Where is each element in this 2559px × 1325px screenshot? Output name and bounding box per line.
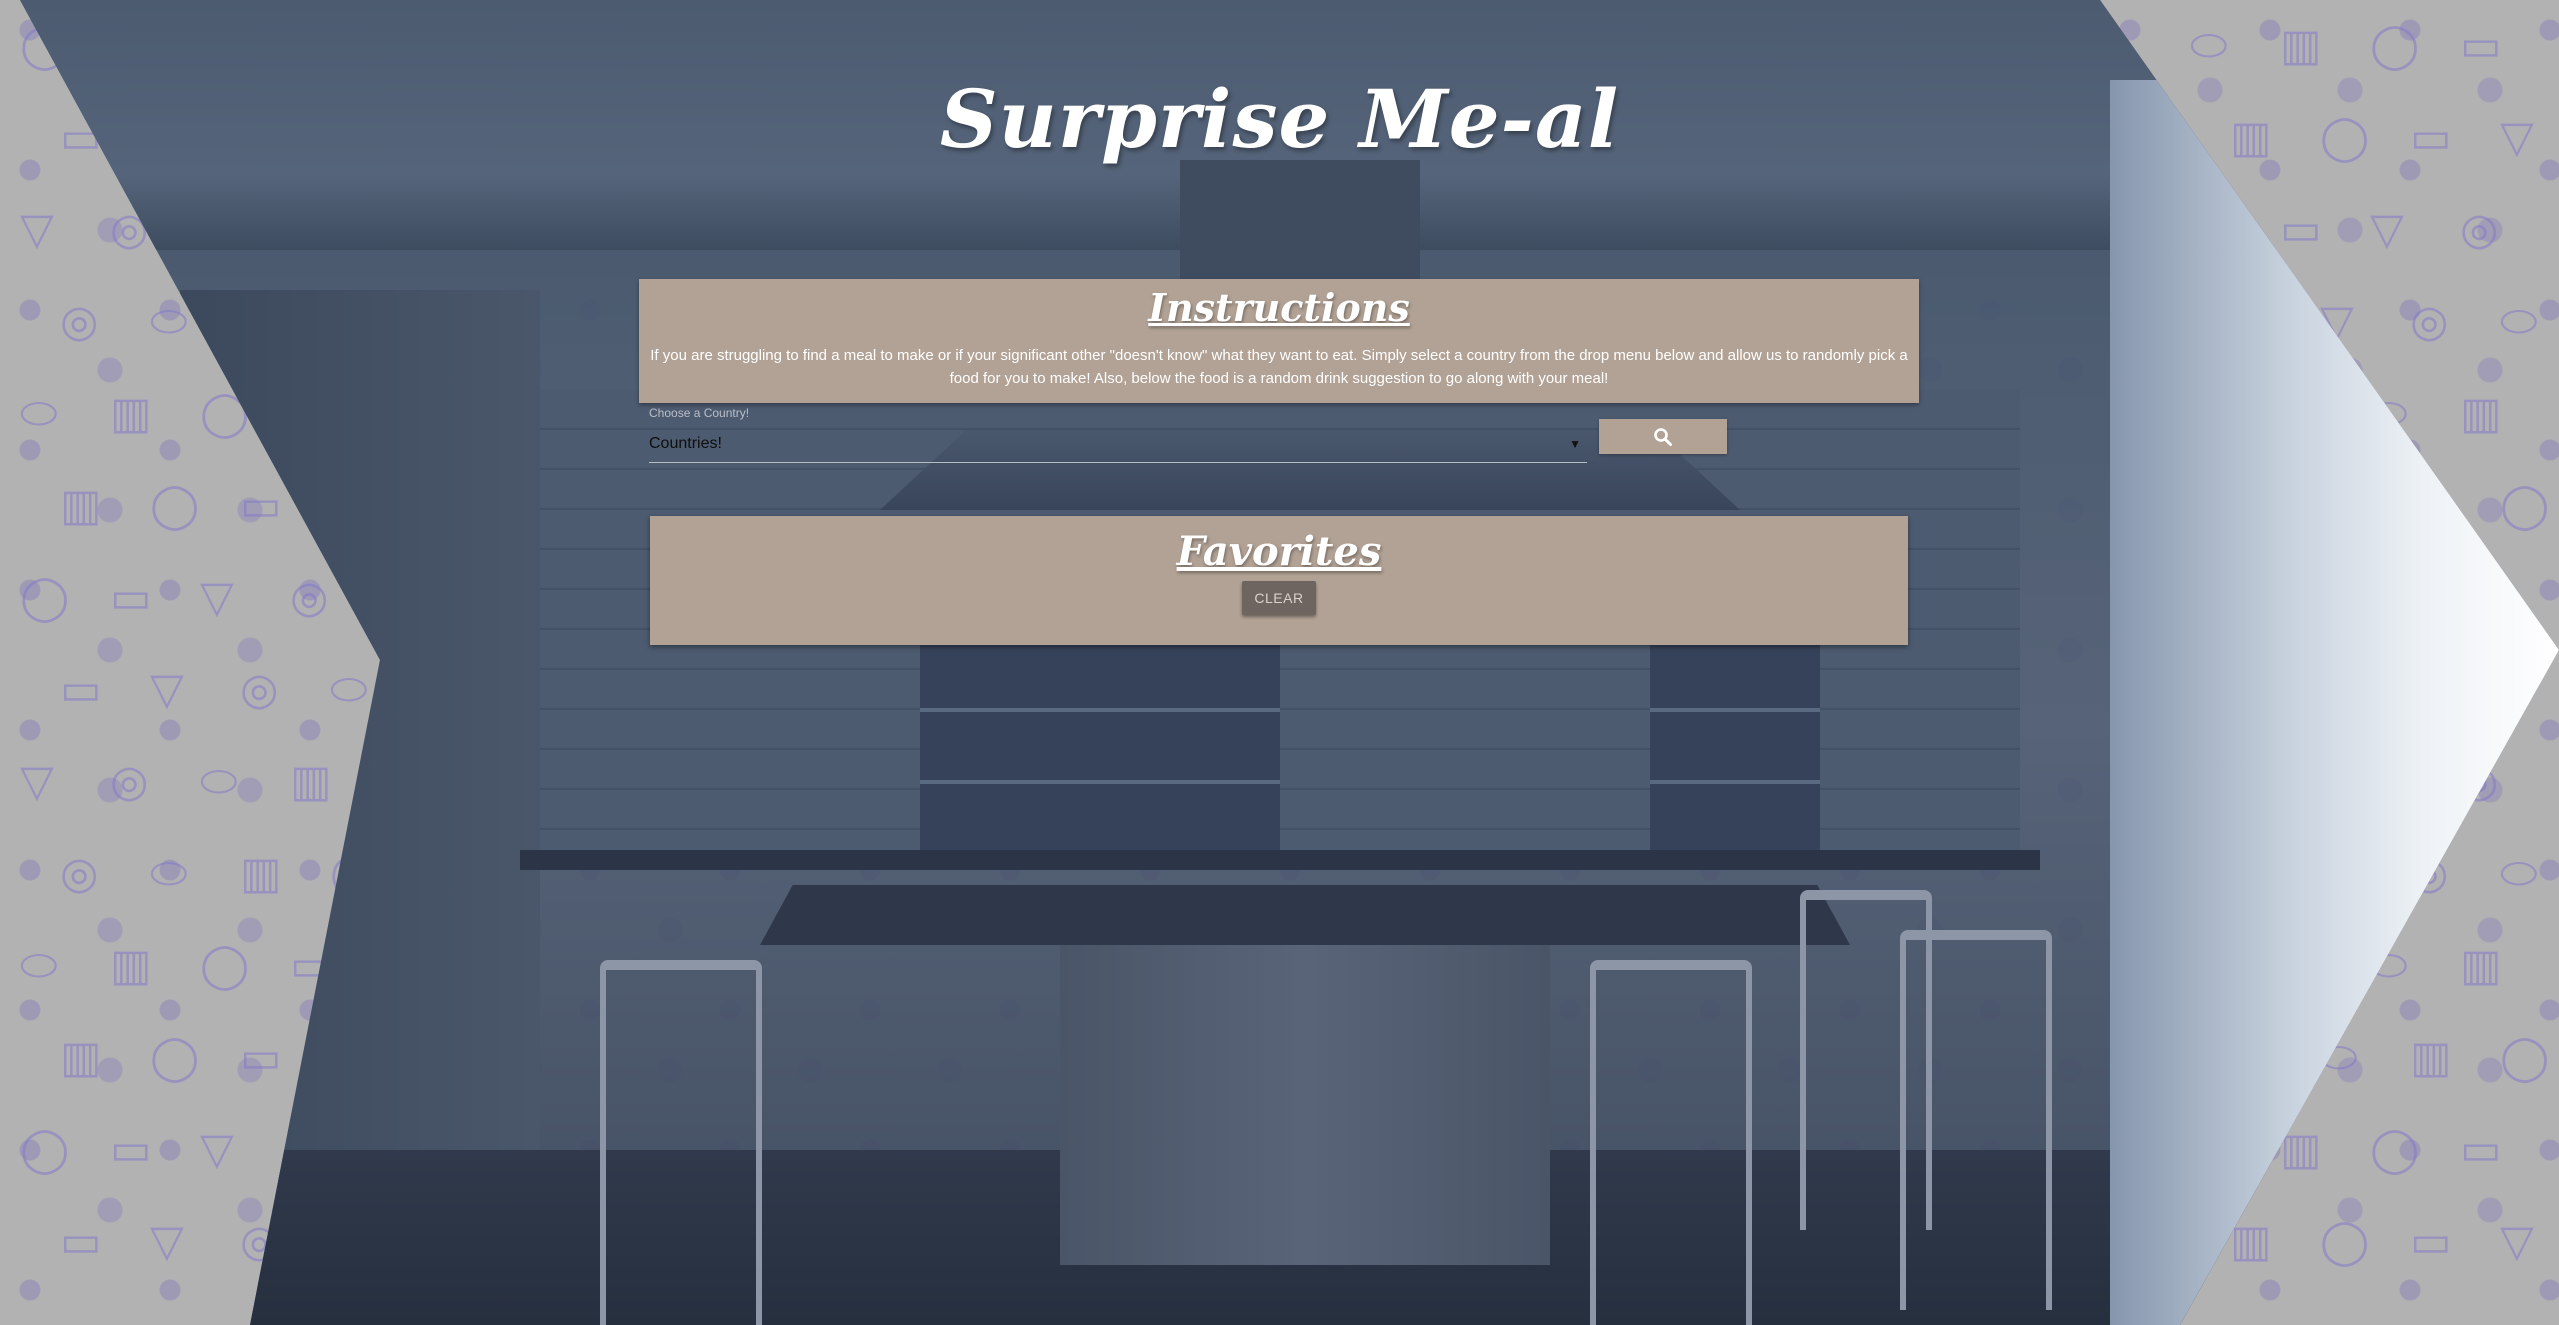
kitchen-background-image (20, 0, 2559, 1325)
favorites-card: Favorites CLEAR (650, 516, 1908, 645)
country-select[interactable]: Countries! ▼ (649, 426, 1587, 463)
page-title: Surprise Me-al (939, 72, 1620, 166)
search-icon (1654, 427, 1672, 446)
favorites-heading: Favorites (1176, 528, 1382, 575)
search-button[interactable] (1599, 419, 1727, 454)
clear-favorites-button[interactable]: CLEAR (1242, 581, 1316, 615)
country-select-label: Choose a Country! (649, 406, 750, 420)
country-select-value: Countries! (649, 435, 722, 452)
instructions-text: If you are struggling to find a meal to … (650, 347, 1908, 387)
instructions-card: Instructions If you are struggling to fi… (639, 279, 1919, 403)
instructions-heading: Instructions (1148, 285, 1410, 330)
chevron-down-icon: ▼ (1569, 437, 1581, 451)
